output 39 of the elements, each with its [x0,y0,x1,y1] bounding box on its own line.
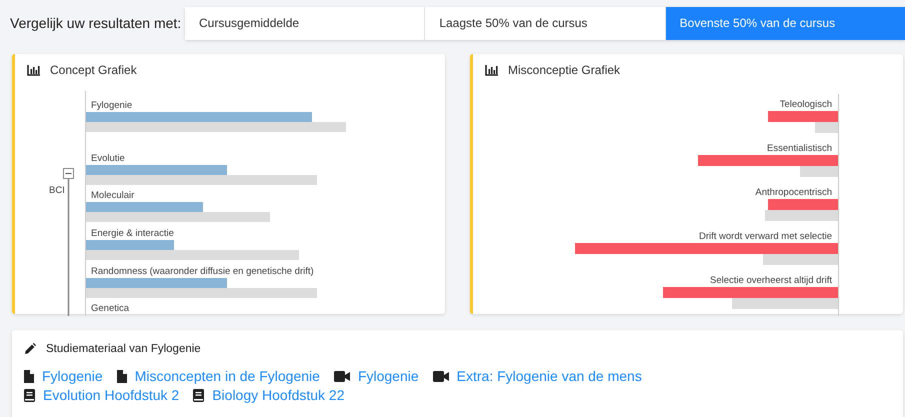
material-link[interactable]: Fylogenie [42,368,103,384]
pencil-icon [24,343,36,355]
video-camera-icon [432,370,449,382]
category-label: Teleologisch [780,99,832,110]
bar-chart-icon [485,64,498,76]
compare-option-tab[interactable]: Laagste 50% van de cursus [425,6,666,40]
category-label: Randomness (waaronder diffusie en genetische drift) [91,266,314,277]
category-label: Anthropocentrisch [755,187,832,198]
material-link[interactable]: Biology Hoofdstuk 22 [212,387,345,403]
document-icon [116,370,127,382]
material-link[interactable]: Extra: Fylogenie van de mens [456,368,642,384]
category-label: Genetica [91,303,130,314]
compare-option-tab[interactable]: Cursusgemiddelde [185,6,426,40]
card-title: Studiemateriaal van Fylogenie [46,343,201,355]
card-title: Concept Grafiek [50,63,137,77]
category-label: Drift wordt verward met selectie [698,231,832,242]
compare-label: Vergelijk uw resultaten met: [10,15,182,31]
comparison-bar [800,166,838,177]
collapse-icon[interactable] [63,168,74,179]
video-camera-icon [334,370,350,382]
material-link[interactable]: Fylogenie [358,368,419,384]
score-bar [768,199,838,210]
category-label: Evolutie [91,153,125,164]
material-link[interactable]: Misconcepten in de Fylogenie [134,368,320,384]
book-icon [193,388,204,402]
document-icon [24,370,34,382]
category-label: Fylogenie [91,100,132,111]
category-label: Essentialistisch [767,143,832,154]
material-link[interactable]: Evolution Hoofdstuk 2 [43,387,180,403]
group-label: BCI [49,185,65,196]
score-bar [768,111,838,122]
card-title: Misconceptie Grafiek [508,63,620,77]
category-label: Moleculair [91,190,134,201]
category-label: Energie & interactie [91,228,174,239]
comparison-bar [815,122,838,133]
bar-chart-icon [27,64,40,76]
book-icon [24,388,35,402]
category-label: Selectie overheerst altijd drift [710,275,832,286]
compare-option-tab[interactable]: Bovenste 50% van de cursus [666,6,905,40]
